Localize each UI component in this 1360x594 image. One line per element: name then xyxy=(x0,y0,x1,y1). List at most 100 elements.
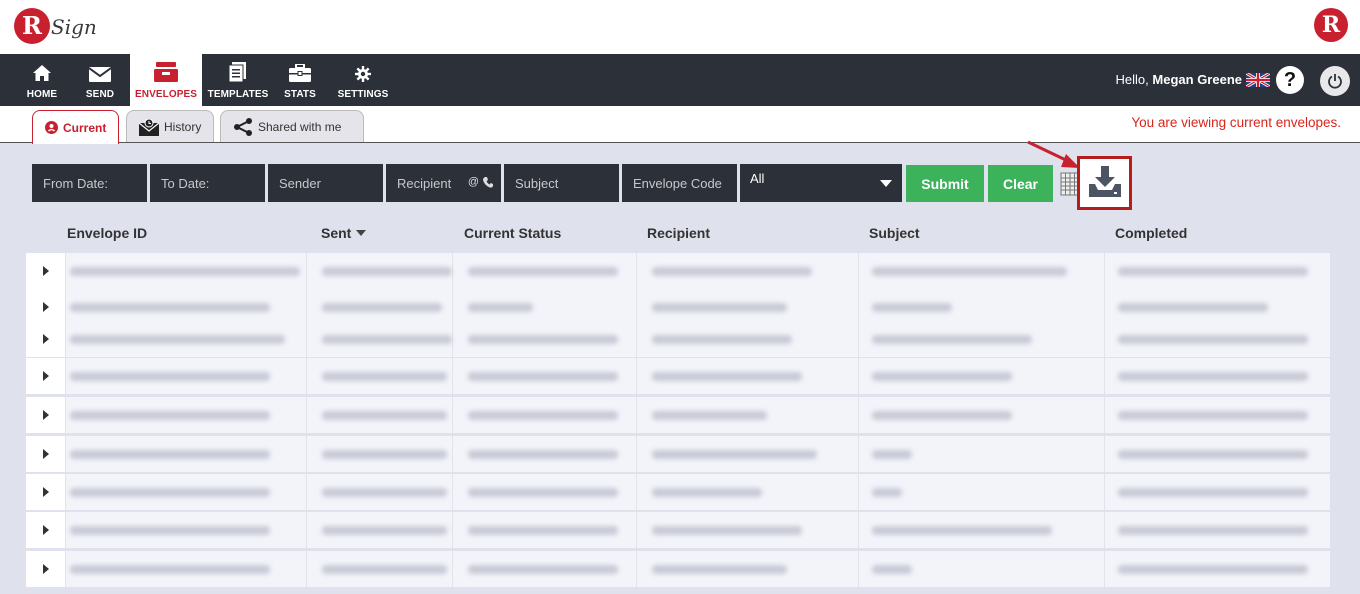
help-icon[interactable]: ? xyxy=(1276,66,1304,94)
redacted-cell xyxy=(872,267,1067,276)
caret-right-icon xyxy=(43,334,49,344)
redacted-cell xyxy=(70,565,270,574)
to-date-placeholder: To Date: xyxy=(161,175,210,191)
envelope-code-field[interactable]: Envelope Code xyxy=(622,164,737,202)
row-expand-button[interactable] xyxy=(26,551,66,587)
caret-right-icon xyxy=(43,449,49,459)
redacted-cell xyxy=(70,411,270,420)
table-row[interactable] xyxy=(26,397,1330,433)
redacted-cell xyxy=(652,335,792,344)
nav-settings[interactable]: SETTINGS xyxy=(338,54,388,106)
table-row[interactable] xyxy=(26,358,1330,394)
nav-envelopes-label: ENVELOPES xyxy=(134,89,198,100)
table-row[interactable] xyxy=(26,253,1330,289)
nav-home-label: HOME xyxy=(26,89,58,100)
column-separator xyxy=(858,436,859,472)
redacted-cell xyxy=(872,303,952,312)
caret-right-icon xyxy=(43,564,49,574)
table-row[interactable] xyxy=(26,551,1330,587)
column-separator xyxy=(306,474,307,510)
status-message: You are viewing current envelopes. xyxy=(1131,115,1341,130)
nav-settings-label: SETTINGS xyxy=(337,89,389,100)
subject-placeholder: Subject xyxy=(515,175,559,191)
nav-templates[interactable]: TEMPLATES xyxy=(208,54,268,106)
row-expand-button[interactable] xyxy=(26,253,66,289)
redacted-cell xyxy=(652,450,817,459)
redacted-cell xyxy=(1118,303,1268,312)
nav-home[interactable]: HOME xyxy=(18,54,66,106)
redacted-cell xyxy=(322,450,447,459)
submit-button[interactable]: Submit xyxy=(906,165,984,202)
column-separator xyxy=(306,551,307,587)
row-expand-button[interactable] xyxy=(26,321,66,357)
row-expand-button[interactable] xyxy=(26,397,66,433)
col-completed[interactable]: Completed xyxy=(1115,225,1187,241)
nav-send-label: SEND xyxy=(85,89,115,100)
tab-current[interactable]: Current xyxy=(32,110,120,144)
tab-history-label: History xyxy=(164,120,202,134)
column-separator xyxy=(452,321,453,357)
sender-field[interactable]: Sender xyxy=(268,164,383,202)
col-sent[interactable]: Sent xyxy=(321,225,367,241)
power-icon[interactable] xyxy=(1320,66,1350,96)
nav-stats-label: STATS xyxy=(284,89,316,100)
caret-right-icon xyxy=(43,266,49,276)
col-subject[interactable]: Subject xyxy=(869,225,920,241)
rsign-logo[interactable]: R Sign xyxy=(14,8,97,44)
redacted-cell xyxy=(322,488,447,497)
row-expand-button[interactable] xyxy=(26,512,66,548)
tab-history[interactable]: History xyxy=(126,110,215,143)
main-nav: HOME SEND ENVELOPES TEMPLATES STATS SETT… xyxy=(0,54,1360,106)
recipient-field[interactable]: Recipient @ xyxy=(386,164,501,202)
caret-right-icon xyxy=(43,302,49,312)
logo-mark: R xyxy=(14,8,50,44)
clear-button[interactable]: Clear xyxy=(988,165,1053,202)
inbox-icon xyxy=(154,54,178,84)
column-separator xyxy=(858,397,859,433)
table-row[interactable] xyxy=(26,321,1330,357)
column-separator xyxy=(636,321,637,357)
status-select[interactable]: All xyxy=(740,164,902,202)
redacted-cell xyxy=(652,303,787,312)
uk-flag-icon[interactable] xyxy=(1246,73,1270,87)
table-row[interactable] xyxy=(26,474,1330,510)
row-expand-button[interactable] xyxy=(26,289,66,325)
share-icon xyxy=(233,118,253,136)
subject-field[interactable]: Subject xyxy=(504,164,619,202)
brand-badge: R xyxy=(1314,8,1348,42)
app: R Sign R HOME SEND ENVELOPES TEMPLATES S… xyxy=(0,0,1360,594)
to-date-field[interactable]: To Date: xyxy=(150,164,265,202)
column-separator xyxy=(1104,474,1105,510)
sender-placeholder: Sender xyxy=(279,175,321,191)
row-expand-button[interactable] xyxy=(26,358,66,394)
download-icon[interactable] xyxy=(1088,166,1122,198)
redacted-cell xyxy=(70,267,300,276)
nav-envelopes[interactable]: ENVELOPES xyxy=(130,54,202,106)
redacted-cell xyxy=(652,372,802,381)
column-separator xyxy=(306,289,307,325)
col-recipient[interactable]: Recipient xyxy=(647,225,710,241)
tab-shared[interactable]: Shared with me xyxy=(220,110,364,143)
user-greeting: Hello, Megan Greene xyxy=(1116,72,1242,87)
redacted-cell xyxy=(872,488,902,497)
column-separator xyxy=(452,551,453,587)
redacted-cell xyxy=(652,411,767,420)
table-row[interactable] xyxy=(26,436,1330,472)
row-expand-button[interactable] xyxy=(26,436,66,472)
column-separator xyxy=(1104,512,1105,548)
nav-stats[interactable]: STATS xyxy=(280,54,320,106)
user-name: Megan Greene xyxy=(1152,72,1242,87)
redacted-cell xyxy=(872,335,1032,344)
from-date-field[interactable]: From Date: xyxy=(32,164,147,202)
redacted-cell xyxy=(652,488,762,497)
table-row[interactable] xyxy=(26,289,1330,325)
column-separator xyxy=(858,551,859,587)
row-expand-button[interactable] xyxy=(26,474,66,510)
column-separator xyxy=(858,253,859,289)
nav-send[interactable]: SEND xyxy=(78,54,122,106)
redacted-cell xyxy=(1118,488,1308,497)
caret-right-icon xyxy=(43,410,49,420)
col-envelope-id[interactable]: Envelope ID xyxy=(67,225,147,241)
table-row[interactable] xyxy=(26,512,1330,548)
col-current-status[interactable]: Current Status xyxy=(464,225,561,241)
